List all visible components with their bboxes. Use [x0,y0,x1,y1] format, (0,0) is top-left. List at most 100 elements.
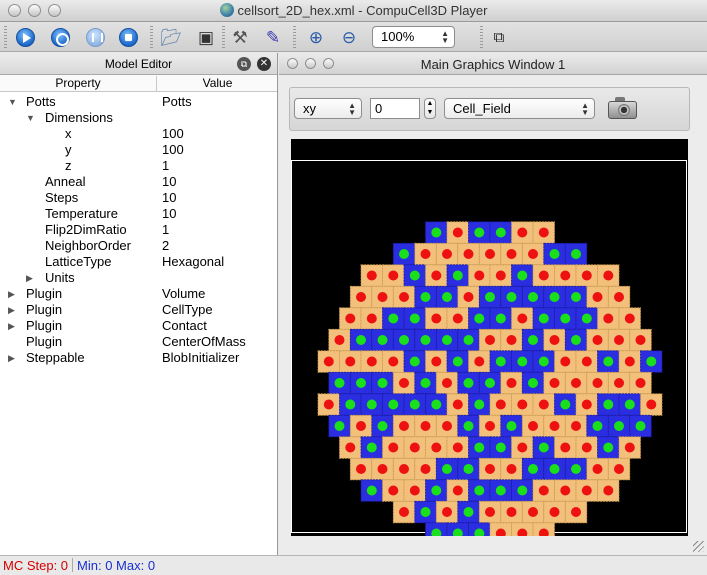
collapsed-arrow-icon[interactable]: ▶ [8,286,15,302]
tree-row[interactable]: ▶ Plugin CellType [0,302,278,318]
cell-center-dot [549,464,560,474]
cell-center-dot [442,249,452,259]
cell-center-dot [635,378,646,388]
cell-center-dot [399,421,409,431]
step-button[interactable] [49,26,71,48]
new-window-button[interactable]: ⧉ [488,26,510,48]
cell-center-dot [538,485,549,496]
field-select[interactable]: Cell_Field ▲ ▼ [444,98,595,119]
configure-button[interactable]: ⚒ [229,26,251,48]
cell-center-dot [517,227,528,238]
property-column-header[interactable]: Property [0,76,157,91]
collapsed-arrow-icon[interactable]: ▶ [8,318,15,334]
tree-row[interactable]: ▶ Steppable BlobInitializer [0,350,278,366]
stop-button[interactable] [117,26,139,48]
cell-center-dot [528,249,538,259]
collapsed-arrow-icon[interactable]: ▶ [8,350,15,366]
graphics-minimize-button[interactable] [305,58,316,69]
cell-center-dot [592,292,603,302]
tree-row[interactable]: Steps 10 [0,190,278,206]
tree-row[interactable]: Temperature 10 [0,206,278,222]
cell-center-dot [388,399,399,410]
resize-grip[interactable] [693,541,704,552]
float-panel-icon[interactable]: ⧉ [237,57,251,71]
cell-center-dot [538,442,549,453]
tree-row[interactable]: ▶ Plugin Volume [0,286,278,302]
cell-center-dot [442,507,452,517]
zoom-out-icon: ⊖ [341,27,357,47]
cell-center-dot [614,421,624,431]
updown-icon: ▲ ▼ [441,29,449,45]
open-button[interactable]: 📂︎ [160,26,182,48]
tree-row[interactable]: x 100 [0,126,278,142]
simulation-canvas[interactable] [291,139,688,536]
tree-row[interactable]: ▶ Plugin Contact [0,318,278,334]
tree-row-value: 100 [162,126,184,141]
slice-input[interactable]: 0 [370,98,420,119]
floppy-disk-icon: ▣ [197,27,215,47]
tree-row-value: BlobInitializer [162,350,240,365]
tree-row[interactable]: ▼ Dimensions [0,110,278,126]
cell-center-dot [485,335,495,345]
zoom-in-button[interactable]: ⊕ [305,26,327,48]
toolbar-grip[interactable] [4,26,7,48]
tree-row[interactable]: NeighborOrder 2 [0,238,278,254]
cell-center-dot [463,507,474,517]
value-column-header[interactable]: Value [158,76,277,90]
tree-row[interactable]: Anneal 10 [0,174,278,190]
cell-center-dot [377,335,388,345]
expanded-arrow-icon[interactable]: ▼ [26,110,35,126]
close-panel-icon[interactable]: ✕ [257,57,271,71]
slice-stepper[interactable]: ▲ ▼ [424,98,436,119]
cell-center-dot [323,399,334,410]
cell-center-dot [549,335,560,345]
cell-center-dot [323,356,334,367]
cell-center-dot [442,464,452,474]
cell-center-dot [463,249,474,259]
toolbar-grip[interactable] [150,26,153,48]
edit-button[interactable]: ✎ [262,26,284,48]
expanded-arrow-icon[interactable]: ▼ [8,94,17,110]
graphics-zoom-button[interactable] [323,58,334,69]
cell-center-dot [345,356,356,367]
cell-center-dot [366,399,377,410]
tree-row-value: Potts [162,94,192,109]
cell-center-dot [334,421,345,431]
plane-select[interactable]: xy ▲ ▼ [294,98,362,119]
cell-center-dot [420,464,431,474]
collapsed-arrow-icon[interactable]: ▶ [26,270,33,286]
pause-button[interactable] [84,26,106,48]
cell-center-dot [571,249,581,259]
tree-row[interactable]: Plugin CenterOfMass [0,334,278,350]
tree-row-property: Steps [45,190,79,205]
tree-row[interactable]: Flip2DimRatio 1 [0,222,278,238]
tree-row-property: z [65,158,72,173]
toolbar-grip[interactable] [293,26,296,48]
cell-center-dot [420,378,431,388]
zoom-select[interactable]: 100% ▲ ▼ [372,26,455,48]
zoom-out-button[interactable]: ⊖ [338,26,360,48]
tree-row[interactable]: y 100 [0,142,278,158]
field-value: Cell_Field [453,101,511,116]
graphics-controls: xy ▲ ▼ 0 ▲ ▼ Cell_Field ▲ ▼ [289,87,690,131]
screenshot-button[interactable] [606,95,639,121]
tree-row[interactable]: ▶ Units [0,270,278,286]
run-button[interactable] [14,26,36,48]
cell-center-dot [388,356,399,367]
toolbar-grip[interactable] [222,26,225,48]
toolbar-grip[interactable] [480,26,483,48]
cell-center-dot [581,399,592,410]
save-button[interactable]: ▣ [195,26,217,48]
tree-row[interactable]: z1 [0,158,278,174]
tree-row[interactable]: LatticeType Hexagonal [0,254,278,270]
tree-row[interactable]: ▼ Potts Potts [0,94,278,110]
tree-row-property: Plugin [26,334,63,349]
cell-center-dot [571,464,581,474]
cell-center-dot [560,442,571,453]
collapsed-arrow-icon[interactable]: ▶ [8,302,15,318]
cell-center-dot [485,507,495,517]
zoom-value: 100% [381,29,415,44]
graphics-close-button[interactable] [287,58,298,69]
updown-icon: ▲ ▼ [348,101,356,117]
cell-center-dot [506,335,517,345]
